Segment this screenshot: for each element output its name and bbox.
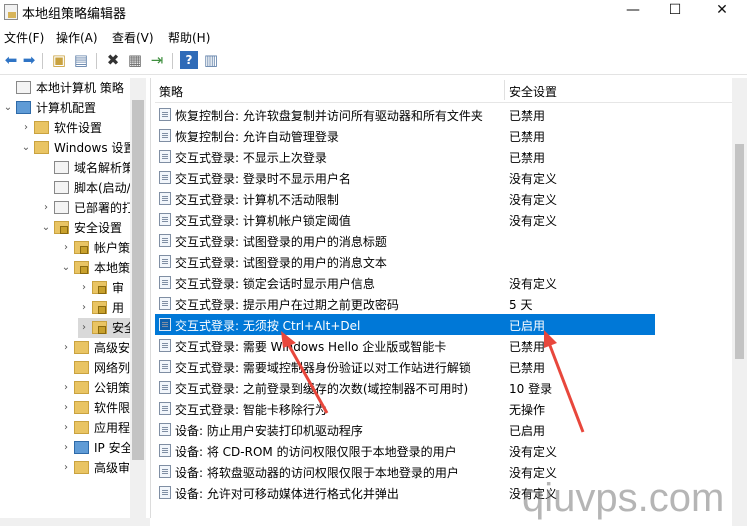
annotation-arrows: [281, 330, 585, 433]
annotation-arrow-left-head: [281, 331, 296, 348]
annotation-arrow-right-head: [544, 330, 557, 348]
watermark: qiuvps.com: [522, 476, 725, 520]
annotation-arrow-left-shaft: [285, 341, 329, 414]
annotation-arrow-right-shaft: [547, 342, 585, 433]
